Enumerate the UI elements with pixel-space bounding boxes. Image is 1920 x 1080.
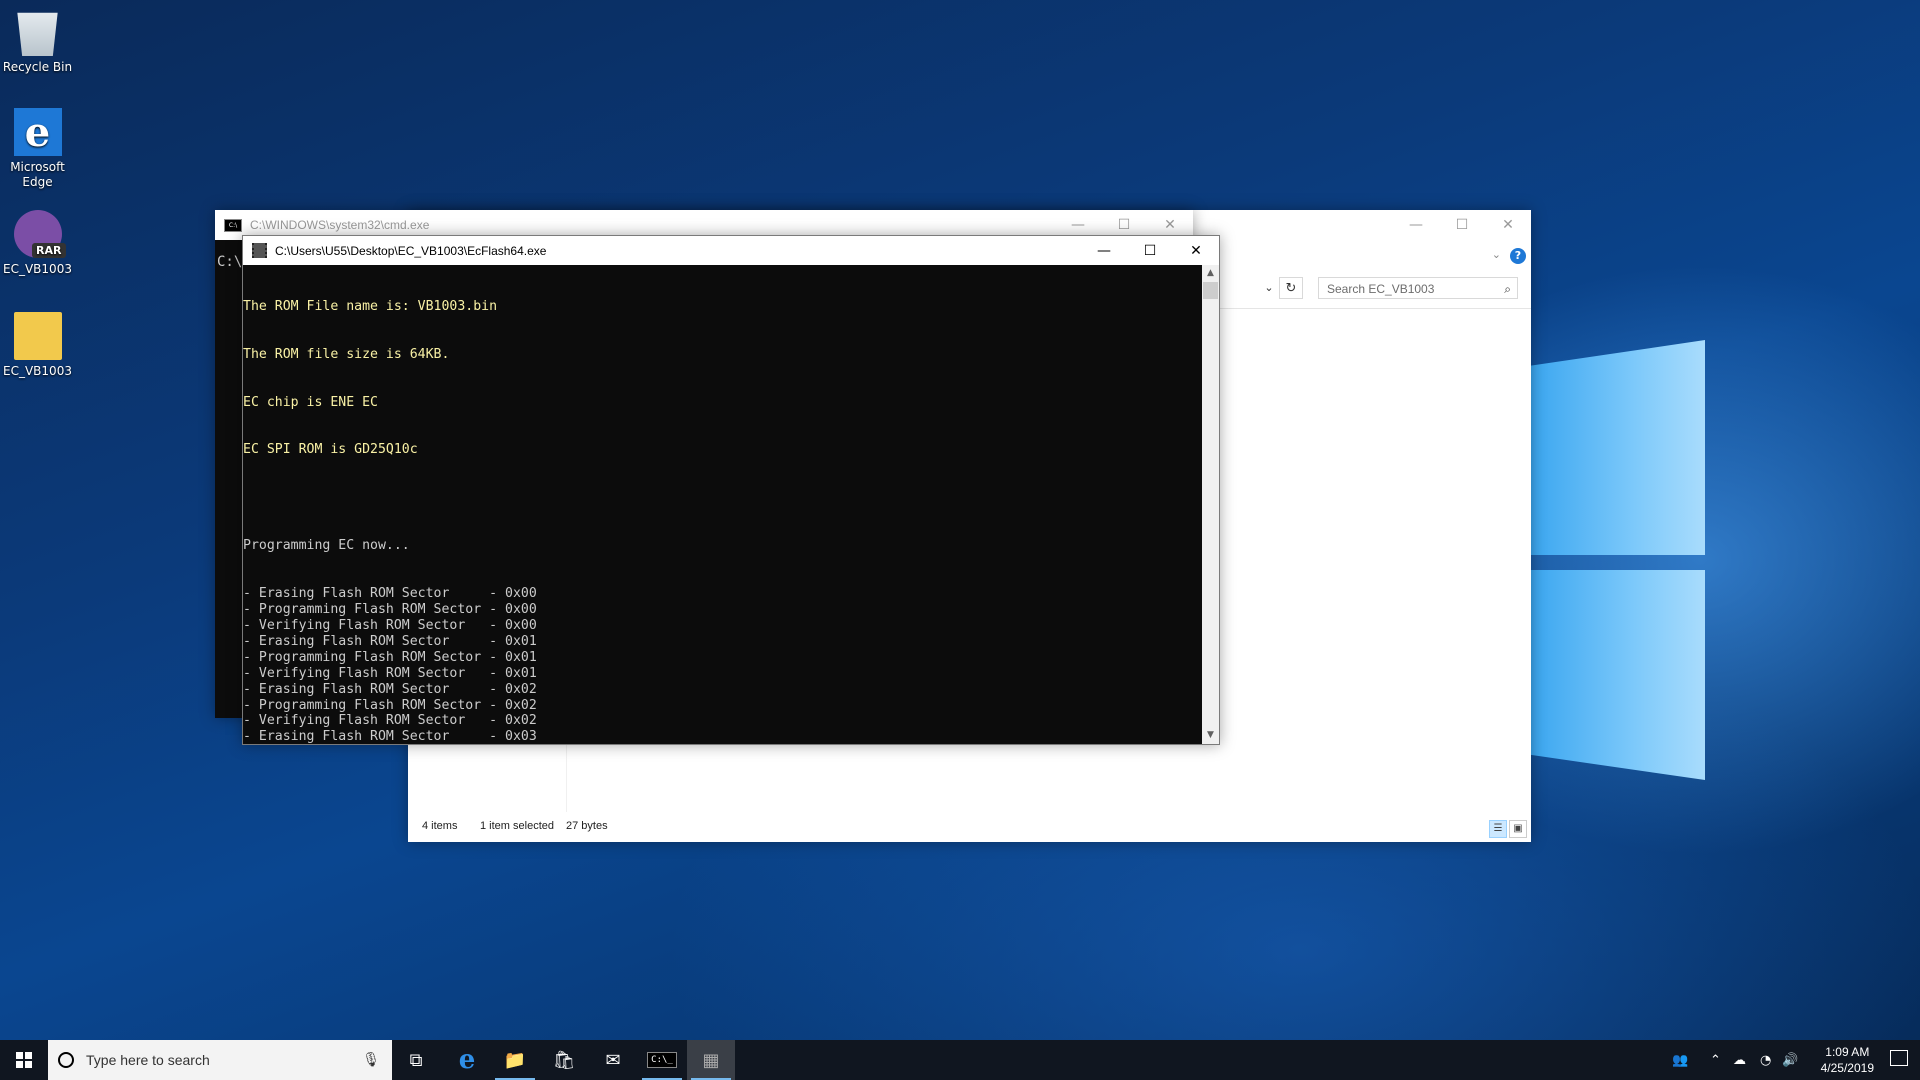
taskbar-cmd-button[interactable]: C:\_	[638, 1040, 686, 1080]
people-icon[interactable]: 👥	[1672, 1040, 1688, 1080]
desktop-icon-label: Microsoft Edge	[10, 160, 65, 189]
command-prompt-icon: C:\_	[647, 1052, 677, 1068]
task-view-button[interactable]: ⧉	[392, 1040, 440, 1080]
console-line-rom-name: The ROM File name is: VB1003.bin	[243, 298, 498, 314]
cortana-icon	[58, 1052, 74, 1068]
explorer-statusbar: 4 items 1 item selected 27 bytes ☰ ▣	[408, 812, 1531, 842]
windows-logo-icon	[16, 1052, 32, 1068]
selection-size: 27 bytes	[566, 820, 608, 832]
desktop-icon-recycle-bin[interactable]: Recycle Bin	[0, 8, 75, 75]
scroll-thumb[interactable]	[1203, 282, 1218, 299]
task-view-icon: ⧉	[409, 1049, 423, 1071]
ecflash-minimize-button[interactable]: —	[1081, 236, 1127, 266]
desktop-icon-ec-vb1003-folder[interactable]: EC_VB1003	[0, 312, 75, 379]
wallpaper-pane-top	[1530, 340, 1705, 555]
console-progress-line: - Programming Flash ROM Sector - 0x00	[243, 601, 537, 617]
help-icon[interactable]: ?	[1510, 248, 1526, 264]
item-count: 4 items	[422, 820, 458, 832]
explorer-search-input[interactable]: Search EC_VB1003 ⌕	[1318, 277, 1518, 299]
selection-count: 1 item selected	[480, 820, 554, 832]
desktop-icon-microsoft-edge[interactable]: e Microsoft Edge	[0, 108, 75, 190]
address-dropdown-icon[interactable]: ⌄	[1259, 277, 1279, 299]
store-icon: 🛍	[552, 1049, 576, 1071]
desktop-icon-label: EC_VB1003	[3, 364, 72, 378]
taskbar-search-box[interactable]: Type here to search 🎙	[48, 1040, 392, 1080]
taskbar-search-placeholder: Type here to search	[86, 1052, 210, 1068]
volume-icon[interactable]: 🔊	[1782, 1040, 1798, 1080]
console-progress-line: - Erasing Flash ROM Sector - 0x00	[243, 585, 537, 601]
explorer-minimize-button[interactable]: —	[1393, 210, 1439, 240]
action-center-icon[interactable]	[1890, 1050, 1908, 1066]
cmd-icon: C:\	[224, 218, 242, 232]
wifi-icon[interactable]: ◔	[1760, 1040, 1771, 1080]
taskbar-edge-button[interactable]: e	[443, 1040, 491, 1080]
console-progress-line: - Programming Flash ROM Sector - 0x02	[243, 697, 537, 713]
console-line-rom-size: The ROM file size is 64KB.	[243, 346, 450, 362]
taskbar-clock[interactable]: 1:09 AM 4/25/2019	[1821, 1044, 1874, 1076]
console-progress-line: - Erasing Flash ROM Sector - 0x01	[243, 633, 537, 649]
clock-time: 1:09 AM	[1825, 1045, 1870, 1059]
microphone-icon[interactable]: 🎙	[362, 1052, 380, 1068]
search-icon: ⌕	[1504, 282, 1511, 296]
clock-date: 4/25/2019	[1820, 1061, 1874, 1075]
console-line-status: Programming EC now...	[243, 538, 410, 554]
console-output: The ROM File name is: VB1003.bin The ROM…	[243, 265, 1201, 744]
large-icons-view-button[interactable]: ▣	[1509, 820, 1527, 838]
wallpaper-windows-logo	[1530, 340, 1710, 790]
taskbar-file-explorer-button[interactable]: 📁	[491, 1040, 539, 1080]
explorer-close-button[interactable]: ✕	[1485, 210, 1531, 240]
scroll-up-arrow-icon[interactable]: ▲	[1202, 265, 1219, 282]
file-explorer-icon: 📁	[503, 1049, 527, 1071]
console-progress-lines: - Erasing Flash ROM Sector - 0x00- Progr…	[243, 586, 1201, 744]
cmd-title: C:\WINDOWS\system32\cmd.exe	[250, 218, 430, 232]
explorer-maximize-button[interactable]: ☐	[1439, 210, 1485, 240]
onedrive-cloud-icon[interactable]: ☁	[1733, 1040, 1746, 1080]
scroll-down-arrow-icon[interactable]: ▼	[1202, 727, 1219, 744]
console-line-spi-rom: EC SPI ROM is GD25Q10c	[243, 442, 418, 458]
ecflash-title: C:\Users\U55\Desktop\EC_VB1003\EcFlash64…	[275, 243, 547, 258]
details-view-button[interactable]: ☰	[1489, 820, 1507, 838]
taskbar-mail-button[interactable]: ✉	[589, 1040, 637, 1080]
chip-icon: ▦	[702, 1049, 720, 1071]
ecflash-maximize-button[interactable]: ☐	[1127, 236, 1173, 266]
show-hidden-icons-chevron-icon[interactable]: ⌃	[1710, 1040, 1721, 1080]
desktop-icon-label: EC_VB1003	[3, 262, 72, 276]
ecflash-titlebar[interactable]: C:\Users\U55\Desktop\EC_VB1003\EcFlash64…	[243, 236, 1219, 265]
console-scrollbar[interactable]: ▲ ▼	[1202, 265, 1219, 744]
expand-ribbon-icon[interactable]: ⌄	[1492, 248, 1501, 261]
console-line-ec-chip: EC chip is ENE EC	[243, 394, 378, 410]
ecflash-console-window[interactable]: C:\Users\U55\Desktop\EC_VB1003\EcFlash64…	[242, 235, 1220, 745]
rar-badge: RAR	[32, 243, 66, 258]
search-placeholder: Search EC_VB1003	[1327, 282, 1435, 296]
desktop-icon-label: Recycle Bin	[2, 60, 73, 74]
refresh-icon[interactable]: ↻	[1279, 277, 1303, 299]
recycle-bin-icon	[17, 12, 58, 56]
taskbar: Type here to search 🎙 ⧉ e 📁 🛍 ✉ C:\_ ▦ 👥…	[0, 1040, 1920, 1080]
wallpaper-pane-bottom	[1530, 570, 1705, 780]
taskbar-ecflash-button[interactable]: ▦	[687, 1040, 735, 1080]
folder-icon	[13, 312, 62, 360]
console-progress-line: - Erasing Flash ROM Sector - 0x03	[243, 729, 537, 744]
ecflash-close-button[interactable]: ✕	[1173, 236, 1219, 266]
rar-archive-icon: RAR	[13, 210, 66, 258]
console-progress-line: - Verifying Flash ROM Sector - 0x02	[243, 713, 537, 729]
mail-icon: ✉	[605, 1049, 621, 1071]
edge-icon: e	[458, 1045, 476, 1075]
console-progress-line: - Erasing Flash ROM Sector - 0x02	[243, 681, 537, 697]
cmd-prompt-text: C:\	[217, 254, 243, 270]
console-progress-line: - Verifying Flash ROM Sector - 0x01	[243, 665, 537, 681]
console-progress-line: - Programming Flash ROM Sector - 0x01	[243, 649, 537, 665]
desktop-icon-ec-vb1003-rar[interactable]: RAR EC_VB1003	[0, 210, 75, 277]
edge-icon: e	[13, 108, 62, 156]
console-progress-line: - Verifying Flash ROM Sector - 0x00	[243, 617, 537, 633]
chip-icon	[252, 243, 267, 258]
start-button[interactable]	[0, 1040, 48, 1080]
taskbar-store-button[interactable]: 🛍	[540, 1040, 588, 1080]
